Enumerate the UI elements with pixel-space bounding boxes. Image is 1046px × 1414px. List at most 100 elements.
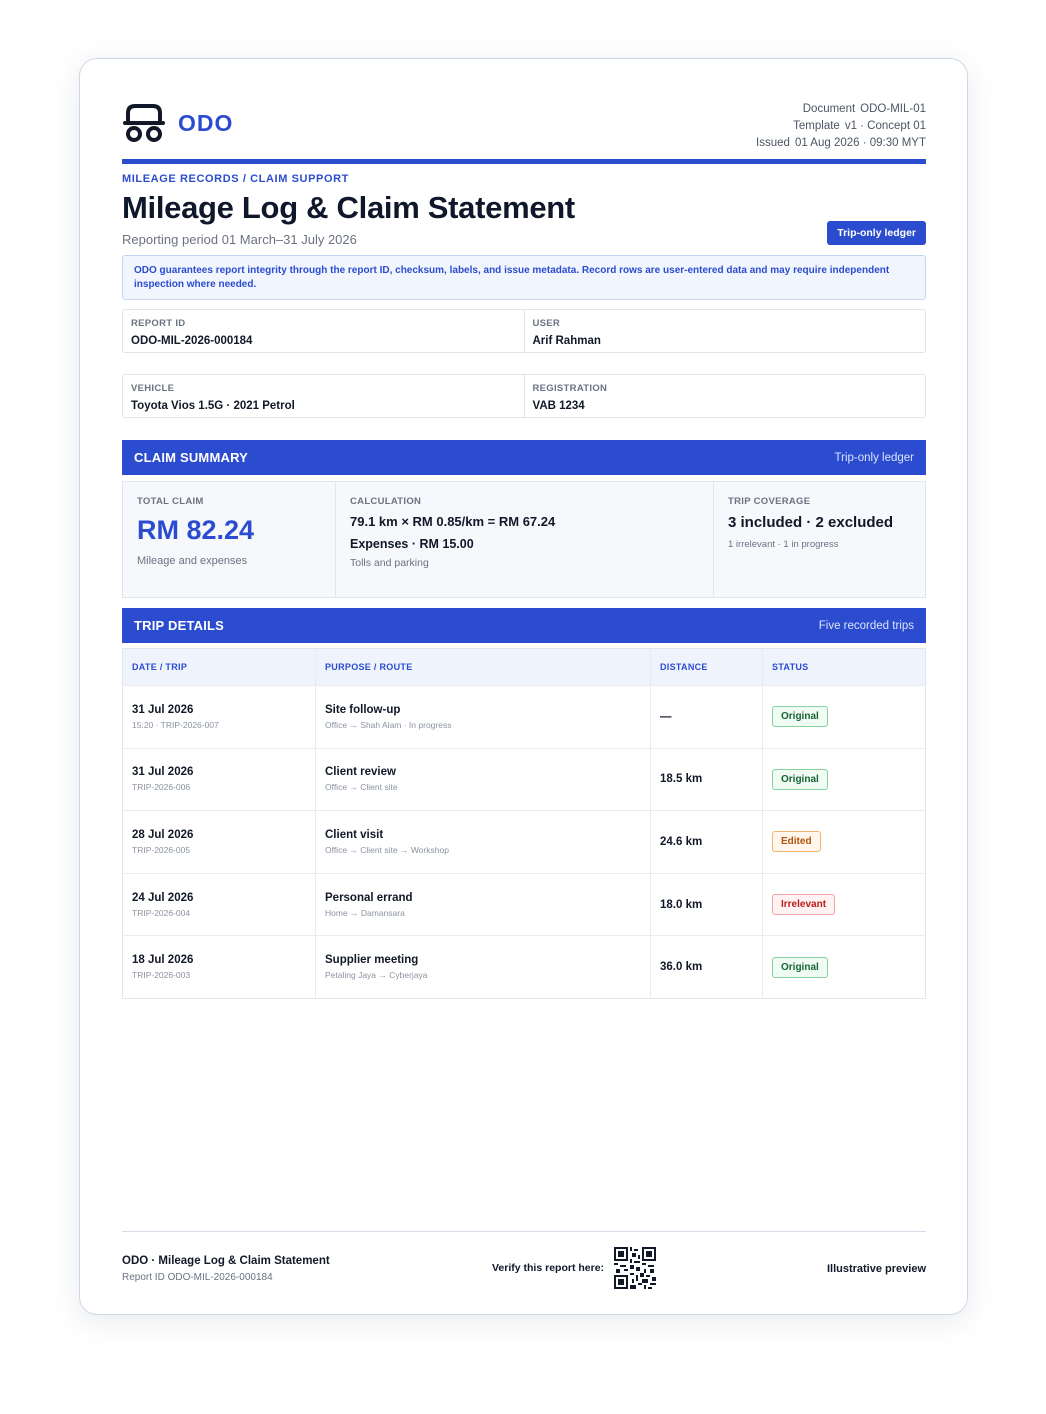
integrity-notice: ODO guarantees report integrity through … — [122, 255, 926, 300]
trip-date: 28 Jul 2026 — [132, 828, 194, 841]
table-row: 18 Jul 2026 TRIP-2026-003 Supplier meetin… — [123, 935, 925, 998]
table-row: 28 Jul 2026 TRIP-2026-005 Client visit Off… — [123, 810, 925, 873]
trip-purpose: Personal errand — [325, 891, 413, 904]
registration-cell: REGISTRATION VAB 1234 — [523, 375, 926, 417]
trip-purpose: Client visit — [325, 828, 384, 841]
trip-id: TRIP-2026-005 — [132, 844, 191, 855]
calculation-mileage: 79.1 km × RM 0.85/km = RM 67.24 — [350, 514, 556, 529]
trip-date: 24 Jul 2026 — [132, 891, 194, 904]
total-claim-sub: Mileage and expenses — [137, 555, 248, 567]
status-badge: Edited — [772, 831, 821, 853]
claim-summary-title: CLAIM SUMMARY — [134, 450, 249, 465]
status-badge: Original — [772, 956, 828, 978]
trip-date: 31 Jul 2026 — [132, 766, 194, 779]
trip-id: TRIP-2026-003 — [132, 970, 191, 981]
claim-summary-subtitle: Trip-only ledger — [834, 451, 914, 464]
status-badge: Original — [772, 768, 828, 790]
trip-purpose: Supplier meeting — [325, 954, 419, 967]
info-row-vehicle: VEHICLE Toyota Vios 1.5G · 2021 Petrol R… — [122, 374, 926, 418]
trip-distance: 36.0 km — [660, 961, 703, 974]
header-rule — [122, 159, 926, 164]
trip-route: Home → Damansara — [325, 907, 405, 918]
trip-distance: 18.5 km — [660, 773, 703, 786]
trip-purpose: Site follow-up — [325, 703, 401, 716]
column-header-status: STATUS — [772, 662, 809, 672]
user-label: USER — [532, 318, 561, 329]
trip-id: 15:20 · TRIP-2026-007 — [132, 719, 219, 730]
total-claim-value: RM 82.24 — [137, 515, 255, 545]
user-cell: USER Arif Rahman — [523, 310, 926, 352]
trip-details-subtitle: Five recorded trips — [818, 619, 914, 632]
trip-id: TRIP-2026-004 — [132, 907, 191, 918]
column-header-distance: DISTANCE — [660, 662, 708, 672]
table-row: 31 Jul 2026 TRIP-2026-006 Client review Of… — [123, 747, 925, 811]
trip-distance: 18.0 km — [660, 898, 703, 911]
trip-details-header: TRIP DETAILS Five recorded trips — [122, 608, 926, 643]
template-label: Template — [793, 120, 840, 132]
calculation-expenses: Expenses · RM 15.00 — [350, 537, 474, 551]
document-meta: Document ODO-MIL-01 Template v1 · Concept … — [756, 101, 926, 152]
trip-date: 18 Jul 2026 — [132, 954, 194, 967]
trip-table: DATE / TRIP PURPOSE / ROUTE DISTANCE STA… — [122, 648, 926, 999]
footer-rule — [122, 1231, 926, 1232]
page-title: Mileage Log & Claim Statement — [122, 190, 575, 225]
vehicle-cell: VEHICLE Toyota Vios 1.5G · 2021 Petrol — [123, 375, 524, 417]
odo-car-icon — [123, 104, 165, 142]
info-row-report: REPORT ID ODO-MIL-2026-000184 USER Arif … — [122, 309, 926, 353]
trip-distance: 24.6 km — [660, 835, 703, 848]
report-id-label: REPORT ID — [131, 318, 186, 329]
trip-coverage-main: 3 included · 2 excluded — [728, 514, 894, 531]
status-badge: Irrelevant — [772, 894, 836, 916]
trip-distance: — — [660, 710, 672, 723]
column-header-date: DATE / TRIP — [132, 662, 188, 672]
footer-title: ODO · Mileage Log & Claim Statement — [122, 1255, 330, 1267]
calculation-cell: CALCULATION 79.1 km × RM 0.85/km = RM 67… — [335, 482, 713, 597]
table-row: 31 Jul 2026 15:20 · TRIP-2026-007 Site fo… — [123, 685, 925, 748]
issued-label: Issued — [756, 137, 790, 149]
trip-details-title: TRIP DETAILS — [134, 618, 225, 633]
trip-id: TRIP-2026-006 — [132, 782, 191, 793]
total-claim-cell: TOTAL CLAIM RM 82.24 Mileage and expense… — [123, 482, 335, 597]
issued-value: 01 Aug 2026 · 09:30 MYT — [794, 137, 926, 149]
claim-summary: TOTAL CLAIM RM 82.24 Mileage and expense… — [122, 481, 926, 598]
trip-purpose: Client review — [325, 766, 396, 779]
eyebrow: MILEAGE RECORDS / CLAIM SUPPORT — [122, 173, 349, 185]
trip-coverage-label: TRIP COVERAGE — [728, 496, 811, 507]
registration-value: VAB 1234 — [532, 400, 585, 412]
trip-route: Office → Client site — [325, 782, 398, 793]
claim-summary-header: CLAIM SUMMARY Trip-only ledger — [122, 440, 926, 475]
document-value: ODO-MIL-01 — [860, 103, 926, 115]
qr-code-icon[interactable] — [614, 1247, 657, 1289]
report-sheet: ODO Document ODO-MIL-01 Template v1 · Conc… — [79, 58, 968, 1315]
calculation-label: CALCULATION — [350, 496, 422, 507]
footer-preview-note: Illustrative preview — [826, 1263, 926, 1275]
template-value: v1 · Concept 01 — [844, 120, 926, 132]
trip-route: Petaling Jaya → Cyberjaya — [325, 970, 428, 981]
trip-date: 31 Jul 2026 — [132, 703, 194, 716]
trip-coverage-cell: TRIP COVERAGE 3 included · 2 excluded 1 … — [713, 482, 925, 597]
ledger-badge: Trip-only ledger — [827, 221, 926, 245]
document-label: Document — [802, 103, 856, 115]
vehicle-label: VEHICLE — [131, 383, 175, 394]
registration-label: REGISTRATION — [532, 383, 608, 394]
total-claim-label: TOTAL CLAIM — [137, 496, 204, 507]
verify-label: Verify this report here: — [492, 1262, 605, 1274]
column-header-purpose: PURPOSE / ROUTE — [325, 662, 413, 672]
report-id-value: ODO-MIL-2026-000184 — [131, 335, 253, 347]
trip-route: Office → Shah Alam · In progress — [325, 719, 452, 730]
table-header-row: DATE / TRIP PURPOSE / ROUTE DISTANCE STA… — [123, 649, 925, 685]
footer-left: ODO · Mileage Log & Claim Statement Repo… — [122, 1255, 330, 1283]
vehicle-value: Toyota Vios 1.5G · 2021 Petrol — [131, 400, 295, 412]
status-badge: Original — [772, 706, 828, 728]
report-id-cell: REPORT ID ODO-MIL-2026-000184 — [123, 310, 524, 352]
trip-coverage-sub: 1 irrelevant · 1 in progress — [728, 539, 839, 550]
reporting-period: Reporting period 01 March–31 July 2026 — [122, 232, 357, 247]
calculation-note: Tolls and parking — [350, 557, 429, 569]
user-value: Arif Rahman — [532, 335, 601, 347]
logo: ODO — [122, 103, 233, 143]
trip-route: Office → Client site → Workshop — [325, 844, 449, 855]
footer-verify: Verify this report here: — [492, 1247, 657, 1289]
table-row: 24 Jul 2026 TRIP-2026-004 Personal errand… — [123, 872, 925, 936]
logo-text: ODO — [178, 109, 234, 136]
footer-report-id: Report ID ODO-MIL-2026-000184 — [122, 1272, 273, 1283]
